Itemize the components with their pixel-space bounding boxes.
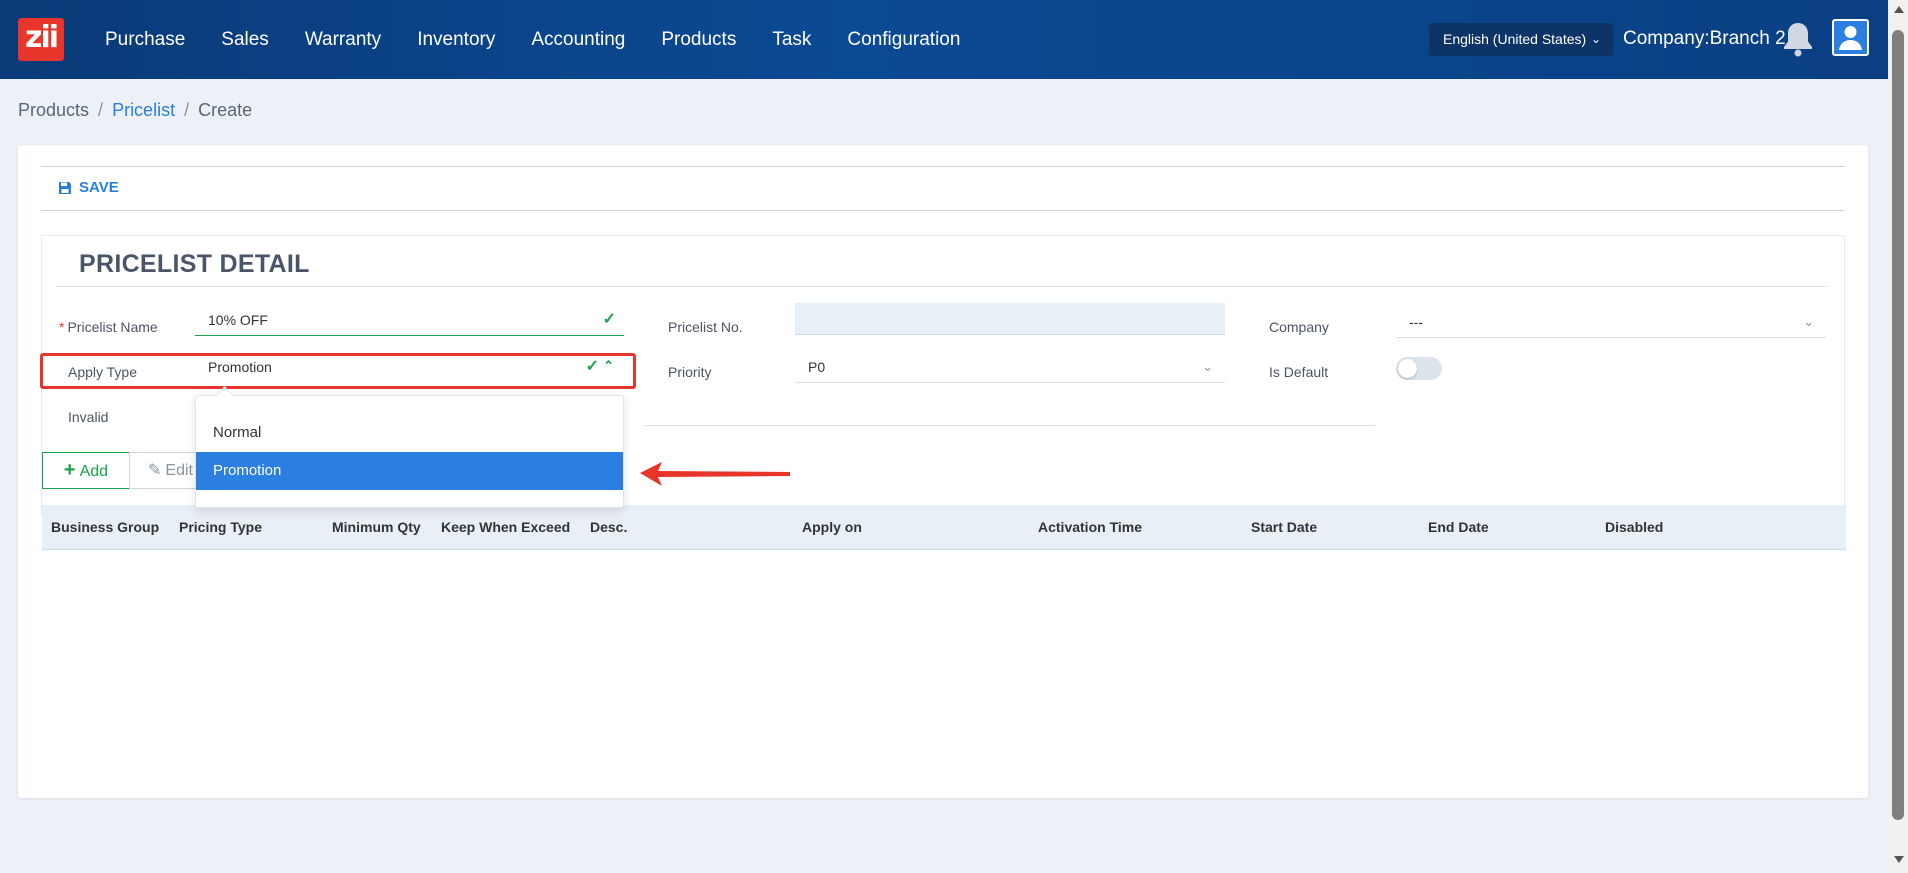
pricelist-name-input[interactable]: 10% OFF ✓ (195, 304, 624, 336)
user-avatar-icon[interactable] (1832, 19, 1869, 56)
add-button[interactable]: + Add (42, 452, 130, 489)
app-logo[interactable]: zii (18, 18, 64, 61)
is-default-toggle[interactable] (1396, 357, 1442, 380)
language-select[interactable]: English (United States) ⌄ (1429, 23, 1613, 56)
th-end-date[interactable]: End Date (1428, 505, 1489, 550)
form-toolbar: SAVE (41, 166, 1845, 211)
rules-table-header: Business Group Pricing Type Minimum Qty … (42, 505, 1846, 550)
company-label[interactable]: Company:Branch 2 (1623, 28, 1786, 50)
pencil-icon: ✎ (148, 462, 162, 479)
top-navbar: zii Purchase Sales Warranty Inventory Ac… (0, 0, 1888, 79)
add-label: Add (79, 463, 109, 480)
priority-value: P0 (808, 359, 826, 375)
option-normal[interactable]: Normal (196, 414, 623, 452)
save-label: SAVE (79, 179, 119, 196)
is-default-label: Is Default (1269, 364, 1329, 380)
apply-type-dropdown: Normal Promotion (195, 395, 624, 508)
invalid-label: Invalid (68, 409, 109, 425)
check-icon: ✓ (602, 311, 616, 328)
nav-accounting[interactable]: Accounting (531, 29, 625, 51)
th-keep-when-exceed[interactable]: Keep When Exceed (441, 505, 570, 550)
breadcrumb: Products / Pricelist / Create (18, 100, 253, 120)
pricelist-name-value: 10% OFF (208, 312, 268, 328)
main-nav: Purchase Sales Warranty Inventory Accoun… (105, 0, 996, 79)
language-value: English (United States) (1443, 31, 1587, 47)
pricelist-no-label: Pricelist No. (668, 319, 743, 335)
save-button[interactable]: SAVE (58, 179, 119, 196)
th-minimum-qty[interactable]: Minimum Qty (332, 505, 421, 550)
th-activation-time[interactable]: Activation Time (1038, 505, 1142, 550)
scroll-thumb[interactable] (1892, 30, 1904, 820)
company-select[interactable]: --- ⌄ (1396, 306, 1826, 338)
priority-label: Priority (668, 364, 712, 380)
chevron-down-icon: ⌄ (1590, 32, 1601, 46)
plus-icon: + (63, 459, 76, 481)
nav-sales[interactable]: Sales (221, 29, 269, 51)
section-title: PRICELIST DETAIL (79, 250, 310, 278)
page-scrollbar[interactable] (1888, 0, 1908, 873)
scroll-down-icon[interactable] (1894, 856, 1904, 863)
invalid-field-underline (645, 425, 1375, 426)
nav-purchase[interactable]: Purchase (105, 29, 185, 51)
pricelist-name-label: * Pricelist Name (59, 319, 158, 335)
bell-icon[interactable] (1780, 20, 1816, 58)
scroll-up-icon[interactable] (1894, 6, 1904, 13)
company-value: --- (1409, 314, 1423, 330)
save-icon (59, 181, 71, 194)
pricelist-no-input[interactable] (795, 303, 1225, 335)
chevron-down-icon: ⌄ (1803, 314, 1814, 329)
nav-products[interactable]: Products (661, 29, 736, 51)
apply-type-highlight (40, 353, 636, 389)
priority-select[interactable]: P0 ⌄ (795, 351, 1225, 383)
breadcrumb-products[interactable]: Products (18, 100, 89, 120)
chevron-down-icon: ⌄ (1202, 359, 1213, 374)
nav-warranty[interactable]: Warranty (305, 29, 381, 51)
th-apply-on[interactable]: Apply on (802, 505, 862, 550)
red-arrow-annotation (640, 462, 790, 486)
th-business-group[interactable]: Business Group (51, 505, 159, 550)
edit-label: Edit (165, 462, 193, 479)
th-desc[interactable]: Desc. (590, 505, 627, 550)
nav-inventory[interactable]: Inventory (417, 29, 495, 51)
th-start-date[interactable]: Start Date (1251, 505, 1317, 550)
option-promotion[interactable]: Promotion (196, 452, 623, 490)
section-divider (56, 286, 1828, 287)
nav-configuration[interactable]: Configuration (847, 29, 960, 51)
breadcrumb-create: Create (198, 100, 253, 120)
th-disabled[interactable]: Disabled (1605, 505, 1663, 550)
company-field-label: Company (1269, 319, 1329, 335)
th-pricing-type[interactable]: Pricing Type (179, 505, 262, 550)
nav-task[interactable]: Task (772, 29, 811, 51)
breadcrumb-pricelist[interactable]: Pricelist (112, 100, 175, 120)
